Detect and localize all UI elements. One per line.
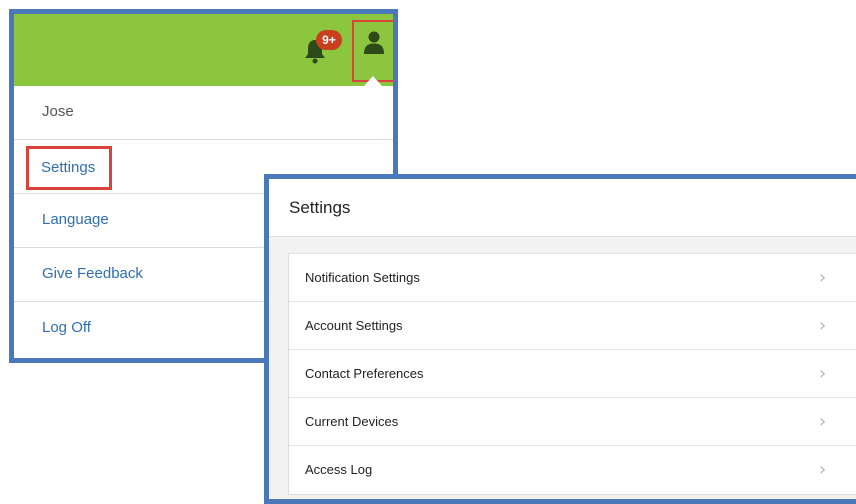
settings-row-label: Account Settings: [305, 318, 403, 333]
settings-panel: Settings Notification Settings › Account…: [264, 174, 856, 504]
settings-row-contact-preferences[interactable]: Contact Preferences ›: [289, 350, 856, 398]
user-icon: [364, 31, 384, 54]
settings-row-label: Contact Preferences: [305, 366, 424, 381]
settings-row-access-log[interactable]: Access Log ›: [289, 446, 856, 494]
settings-list: Notification Settings › Account Settings…: [288, 253, 856, 495]
settings-row-label: Access Log: [305, 462, 373, 477]
settings-title: Settings: [269, 179, 856, 237]
chevron-right-icon: ›: [819, 459, 827, 480]
settings-row-account-settings[interactable]: Account Settings ›: [289, 302, 856, 350]
chevron-right-icon: ›: [819, 267, 827, 288]
user-name: Jose: [14, 86, 393, 140]
settings-body: Notification Settings › Account Settings…: [269, 237, 856, 499]
chevron-right-icon: ›: [819, 363, 827, 384]
notification-badge: 9+: [316, 30, 342, 50]
chevron-right-icon: ›: [819, 411, 827, 432]
top-bar: 9+: [14, 14, 393, 86]
chevron-right-icon: ›: [819, 315, 827, 336]
settings-row-label: Current Devices: [305, 414, 399, 429]
settings-row-label: Notification Settings: [305, 270, 420, 285]
user-menu-button[interactable]: [352, 20, 393, 82]
settings-row-notification-settings[interactable]: Notification Settings ›: [289, 254, 856, 302]
settings-row-current-devices[interactable]: Current Devices ›: [289, 398, 856, 446]
dropdown-caret: [364, 76, 382, 86]
